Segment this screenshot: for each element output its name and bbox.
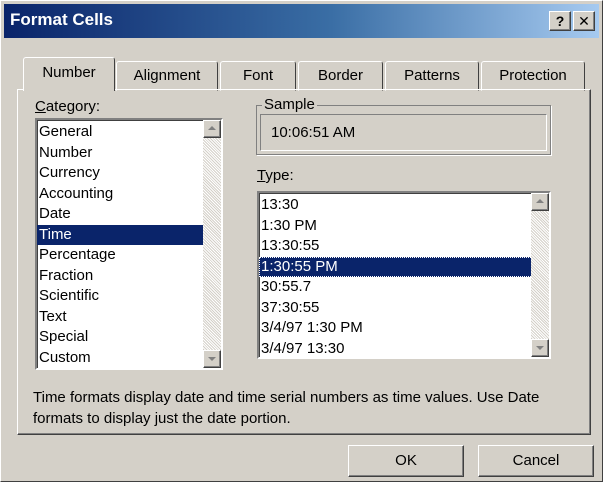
scroll-down-arrow-icon — [208, 357, 216, 361]
format-description: Time formats display date and time seria… — [33, 389, 540, 427]
help-button[interactable]: ? — [549, 11, 571, 31]
sample-value: 10:06:51 AM — [271, 124, 356, 141]
sample-box: 10:06:51 AM — [260, 114, 547, 151]
ok-button-label: OK — [395, 452, 417, 469]
tab-patterns-label: Patterns — [404, 67, 460, 84]
category-item-general[interactable]: General — [37, 122, 221, 143]
tab-patterns[interactable]: Patterns — [385, 61, 479, 91]
category-scroll-down-button[interactable] — [203, 350, 221, 368]
help-icon: ? — [555, 13, 565, 29]
type-item[interactable]: 3/4/97 1:30 PM — [259, 318, 549, 339]
cancel-button[interactable]: Cancel — [478, 445, 594, 477]
ok-button[interactable]: OK — [348, 445, 464, 477]
tab-alignment-label: Alignment — [133, 67, 201, 84]
category-item-custom[interactable]: Custom — [37, 348, 221, 369]
category-listbox[interactable]: General Number Currency Accounting Date … — [35, 118, 223, 370]
type-item[interactable]: 13:30:55 — [259, 236, 549, 257]
category-scrollbar[interactable] — [203, 120, 221, 368]
title-bar[interactable]: Format Cells ? ✕ — [4, 4, 599, 38]
category-item-accounting[interactable]: Accounting — [37, 184, 221, 205]
format-cells-dialog: Format Cells ? ✕ Number Alignment Font B… — [0, 0, 603, 482]
category-item-date[interactable]: Date — [37, 204, 221, 225]
type-items: 13:30 1:30 PM 13:30:55 1:30:55 PM 30:55.… — [259, 193, 549, 358]
category-item-time[interactable]: Time — [37, 224, 221, 245]
type-scroll-up-button[interactable] — [531, 193, 549, 211]
category-items: General Number Currency Accounting Date … — [37, 120, 221, 368]
tab-number[interactable]: Number — [23, 57, 115, 91]
category-item-number[interactable]: Number — [37, 143, 221, 164]
type-listbox[interactable]: 13:30 1:30 PM 13:30:55 1:30:55 PM 30:55.… — [257, 191, 551, 359]
dialog-title: Format Cells — [10, 10, 113, 29]
tab-protection-label: Protection — [499, 67, 567, 84]
category-mnemonic: C — [35, 98, 46, 115]
category-scroll-up-button[interactable] — [203, 120, 221, 138]
tab-border[interactable]: Border — [298, 61, 383, 91]
cancel-button-label: Cancel — [512, 452, 560, 469]
type-item[interactable]: 37:30:55 — [259, 298, 549, 319]
close-button[interactable]: ✕ — [573, 11, 595, 31]
type-item[interactable]: 1:30 PM — [259, 216, 549, 237]
tab-alignment[interactable]: Alignment — [116, 61, 218, 91]
tab-number-label: Number — [42, 64, 96, 81]
type-item[interactable]: 13:30 — [259, 195, 549, 216]
scroll-up-arrow-icon — [208, 126, 216, 130]
sample-group: Sample 10:06:51 AM — [256, 96, 551, 155]
type-item[interactable]: 3/4/97 13:30 — [259, 339, 549, 358]
type-item-selected[interactable]: 1:30:55 PM — [259, 256, 549, 277]
tab-border-label: Border — [317, 67, 364, 84]
category-label-rest: ategory: — [45, 98, 101, 115]
close-icon: ✕ — [578, 13, 590, 29]
category-item-currency[interactable]: Currency — [37, 163, 221, 184]
category-label: Category: — [35, 98, 100, 115]
tab-font-label: Font — [242, 67, 273, 84]
tab-protection[interactable]: Protection — [481, 61, 585, 91]
type-label: Type: — [257, 167, 294, 184]
category-item-percentage[interactable]: Percentage — [37, 245, 221, 266]
category-item-fraction[interactable]: Fraction — [37, 266, 221, 287]
scroll-down-arrow-icon — [536, 346, 544, 350]
type-item[interactable]: 30:55.7 — [259, 277, 549, 298]
category-item-text[interactable]: Text — [37, 307, 221, 328]
category-item-special[interactable]: Special — [37, 327, 221, 348]
sample-legend: Sample — [262, 96, 317, 113]
scroll-up-arrow-icon — [536, 199, 544, 203]
tab-font[interactable]: Font — [220, 61, 296, 91]
type-scroll-down-button[interactable] — [531, 339, 549, 357]
type-label-rest: ype: — [265, 167, 294, 184]
type-scrollbar[interactable] — [531, 193, 549, 357]
category-item-scientific[interactable]: Scientific — [37, 286, 221, 307]
